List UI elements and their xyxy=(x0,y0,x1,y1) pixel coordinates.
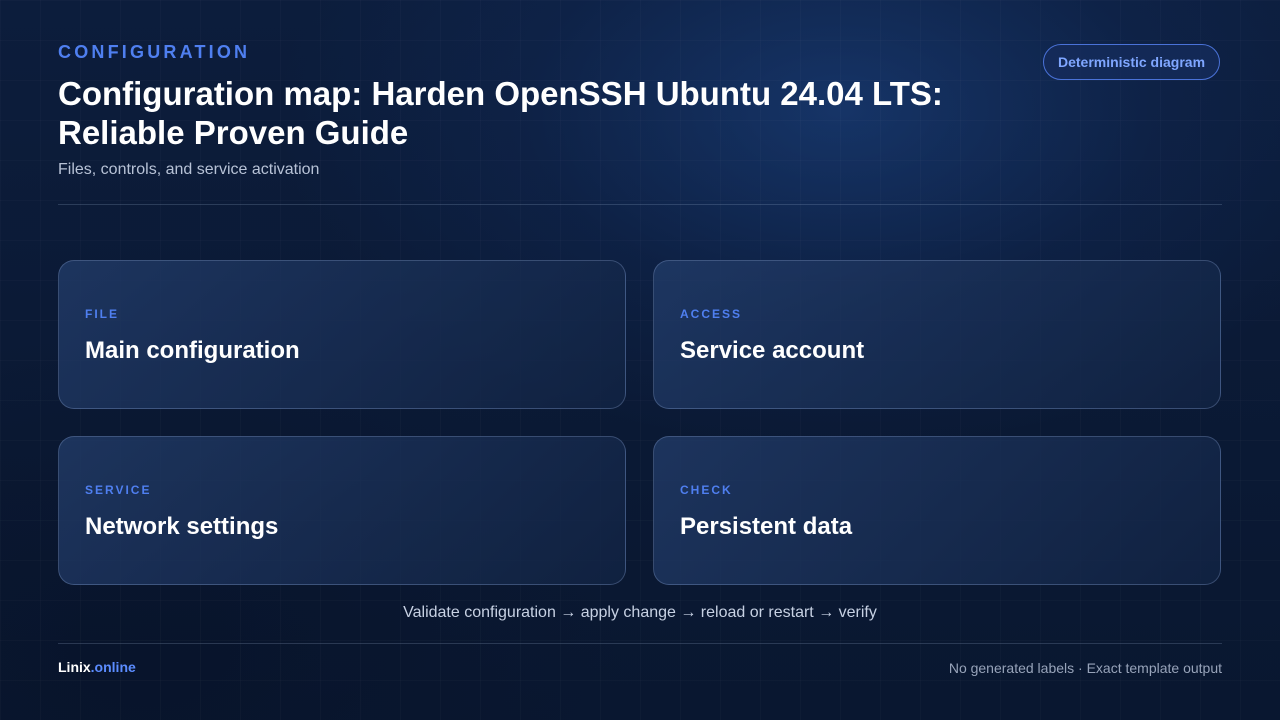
card-label-persistent-data: Persistent data xyxy=(680,513,853,540)
card-network-settings[interactable]: SERVICE Network settings xyxy=(58,436,626,585)
card-kicker-access: ACCESS xyxy=(680,307,743,321)
card-persistent-data[interactable]: CHECK Persistent data xyxy=(653,436,1221,585)
diagram-type-badge[interactable]: Deterministic diagram xyxy=(1043,44,1220,80)
card-kicker-file: FILE xyxy=(85,307,119,321)
brand-tld: .online xyxy=(90,659,136,675)
brand-logo[interactable]: Linix.online xyxy=(58,659,136,675)
card-label-main-configuration: Main configuration xyxy=(85,337,300,364)
card-label-service-account: Service account xyxy=(680,337,865,364)
card-service-account[interactable]: ACCESS Service account xyxy=(653,260,1221,409)
page-title: Configuration map: Harden OpenSSH Ubuntu… xyxy=(58,75,943,151)
footer-divider xyxy=(58,643,1222,644)
card-main-configuration[interactable]: FILE Main configuration xyxy=(58,260,626,409)
workflow-steps: Validate configuration → apply change → … xyxy=(403,604,877,621)
footer-note: No generated labels · Exact template out… xyxy=(948,660,1222,676)
card-label-network-settings: Network settings xyxy=(85,513,279,540)
header-divider xyxy=(58,204,1222,205)
card-kicker-service: SERVICE xyxy=(85,483,152,497)
section-eyebrow: CONFIGURATION xyxy=(58,42,251,62)
brand-name: Linix xyxy=(58,659,91,675)
card-kicker-check: CHECK xyxy=(680,483,733,497)
page-subtitle: Files, controls, and service activation xyxy=(58,161,320,178)
